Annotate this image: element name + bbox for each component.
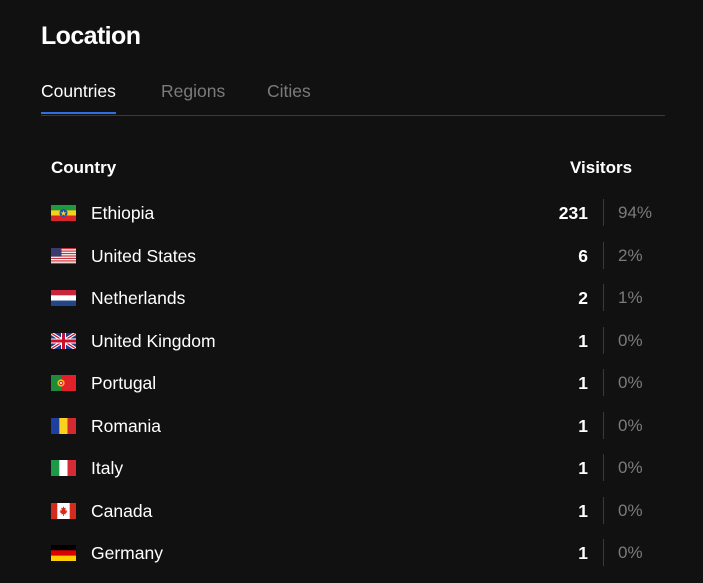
column-divider: [603, 412, 604, 439]
portugal-flag-icon: [51, 375, 76, 391]
visitor-count: 1: [578, 331, 588, 351]
location-card: Location Countries Regions Cities Countr…: [0, 0, 703, 583]
table-row[interactable]: Italy 1 0%: [41, 448, 665, 490]
united-states-flag-icon: [51, 248, 76, 264]
italy-flag-icon: [51, 460, 76, 476]
column-header-country: Country: [51, 158, 117, 177]
column-divider: [603, 327, 604, 354]
card-title: Location: [41, 22, 141, 50]
united-kingdom-flag-icon: [51, 333, 76, 349]
country-name: Canada: [91, 501, 153, 521]
country-name: United States: [91, 246, 197, 266]
visitor-percent: 1%: [618, 288, 643, 307]
visitor-count: 1: [578, 543, 588, 563]
tab-countries[interactable]: Countries: [41, 81, 116, 114]
column-divider: [603, 284, 604, 311]
visitor-count: 1: [578, 373, 588, 393]
visitor-percent: 0%: [618, 543, 643, 562]
visitor-percent: 0%: [618, 416, 643, 435]
romania-flag-icon: [51, 418, 76, 434]
netherlands-flag-icon: [51, 290, 76, 306]
canada-flag-icon: [51, 503, 76, 519]
column-divider: [603, 454, 604, 481]
table-row[interactable]: Ethiopia 231 94%: [41, 193, 665, 235]
column-header-visitors: Visitors: [570, 158, 633, 177]
column-divider: [603, 369, 604, 396]
visitor-percent: 0%: [618, 501, 643, 520]
column-divider: [603, 497, 604, 524]
visitor-count: 1: [578, 458, 588, 478]
table-row[interactable]: United States 6 2%: [41, 236, 665, 278]
column-divider: [603, 199, 604, 226]
table-row[interactable]: United Kingdom 1 0%: [41, 321, 665, 363]
table-row[interactable]: Canada 1 0%: [41, 491, 665, 533]
column-divider: [603, 539, 604, 566]
germany-flag-icon: [51, 545, 76, 561]
visitor-percent: 94%: [618, 203, 653, 222]
country-name: United Kingdom: [91, 331, 216, 351]
tab-regions[interactable]: Regions: [161, 81, 225, 114]
country-name: Portugal: [91, 373, 157, 393]
column-divider: [603, 242, 604, 269]
table-row[interactable]: Romania 1 0%: [41, 406, 665, 448]
visitor-count: 6: [578, 246, 588, 266]
country-name: Italy: [91, 458, 124, 478]
visitor-count: 231: [558, 203, 588, 223]
visitor-percent: 0%: [618, 373, 643, 392]
country-name: Ethiopia: [91, 203, 155, 223]
country-name: Netherlands: [91, 288, 186, 308]
ethiopia-flag-icon: [51, 205, 76, 221]
visitor-percent: 0%: [618, 331, 643, 350]
visitor-percent: 0%: [618, 458, 643, 477]
table-row[interactable]: Portugal 1 0%: [41, 363, 665, 405]
table-row[interactable]: Netherlands 2 1%: [41, 278, 665, 320]
country-name: Romania: [91, 416, 162, 436]
country-name: Germany: [91, 543, 163, 563]
table-row[interactable]: Germany 1 0%: [41, 533, 665, 575]
location-tabs: Countries Regions Cities: [41, 76, 665, 116]
visitor-count: 1: [578, 501, 588, 521]
tab-cities[interactable]: Cities: [267, 81, 311, 114]
visitor-percent: 2%: [618, 246, 643, 265]
visitor-count: 2: [578, 288, 588, 308]
visitor-count: 1: [578, 416, 588, 436]
